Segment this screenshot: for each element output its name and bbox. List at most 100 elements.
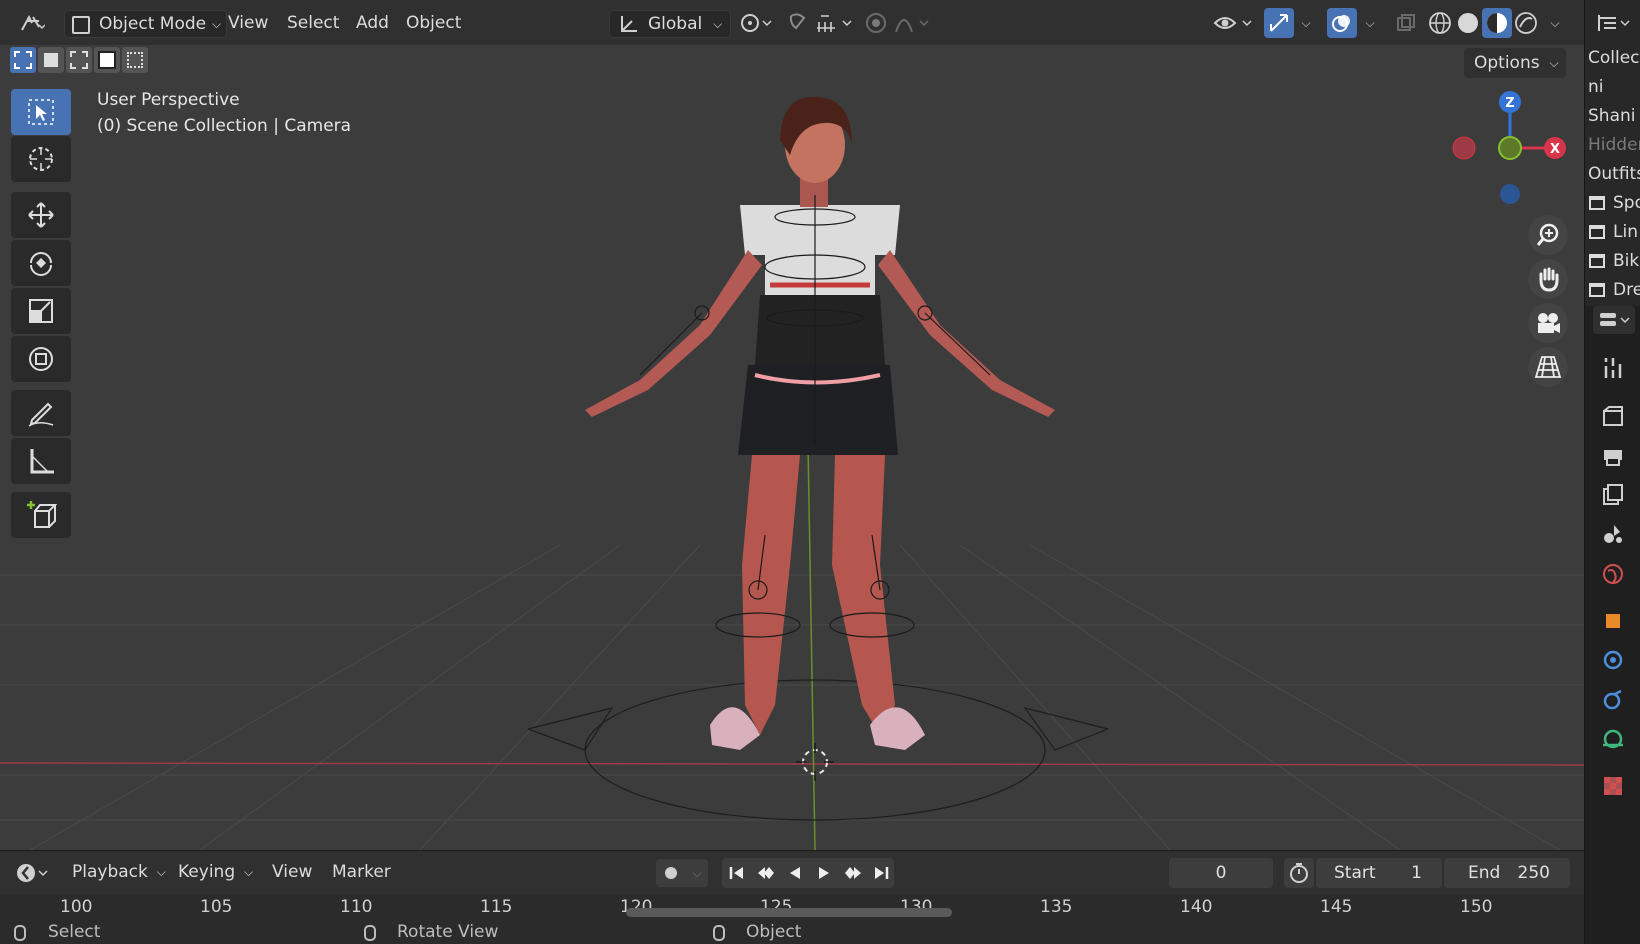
jump-to-start-icon[interactable] (722, 858, 751, 888)
jump-to-keyframe-back-icon[interactable] (751, 858, 780, 888)
outliner-item[interactable]: ni (1588, 77, 1604, 97)
object-tab-icon[interactable] (1599, 607, 1627, 635)
outliner-item[interactable]: Hidden (1588, 135, 1640, 155)
rotate-tool[interactable] (11, 240, 71, 286)
outliner-item[interactable]: Collecti (1588, 48, 1640, 68)
orientation-label: Global (648, 14, 703, 34)
snap-target-icon[interactable] (813, 10, 857, 36)
editor-type-icon[interactable] (14, 10, 50, 36)
play-icon[interactable] (809, 858, 838, 888)
pivot-point-icon[interactable] (735, 10, 777, 36)
measure-tool[interactable] (11, 438, 71, 484)
properties-editor-icon[interactable] (1593, 306, 1635, 334)
move-tool[interactable] (11, 192, 71, 238)
select-intersect-icon[interactable] (122, 47, 148, 73)
world-tab-icon[interactable] (1599, 560, 1627, 588)
menu-select[interactable]: Select (279, 10, 347, 36)
select-box-tool[interactable] (11, 89, 71, 135)
select-subtract-icon[interactable] (66, 47, 92, 73)
add-cube-tool[interactable] (11, 492, 71, 538)
auto-keying-icon[interactable] (656, 859, 686, 887)
jump-to-keyframe-forward-icon[interactable] (838, 858, 867, 888)
chevron-down-icon[interactable]: ⌵ (1545, 10, 1565, 36)
outliner-item[interactable]: Lin (1585, 220, 1640, 248)
annotate-tool[interactable] (11, 390, 71, 436)
ruler-tick: 140 (1180, 897, 1213, 917)
gizmo-toggle-icon[interactable] (1264, 8, 1294, 38)
mouse-right-icon (713, 925, 725, 941)
frame-end-field[interactable]: End 250 (1444, 858, 1570, 888)
menu-add[interactable]: Add (348, 10, 397, 36)
outliner-item[interactable]: Dre (1585, 278, 1640, 306)
ruler-tick: 135 (1040, 897, 1073, 917)
modifiers-tab-icon[interactable] (1599, 646, 1627, 674)
marker-menu[interactable]: Marker (324, 859, 399, 885)
ruler-tick: 110 (340, 897, 373, 917)
jump-to-end-icon[interactable] (867, 858, 894, 888)
output-tab-icon[interactable] (1599, 442, 1627, 470)
status-bar: Select Rotate View Object (0, 922, 1584, 944)
options-dropdown[interactable]: Options ⌵ (1464, 48, 1566, 78)
tool-settings-tab-icon[interactable] (1599, 354, 1627, 382)
transform-orientation-dropdown[interactable]: Global ⌵ (609, 10, 732, 38)
object-data-tab-icon[interactable] (1599, 725, 1627, 753)
frame-start-field[interactable]: Start 1 (1316, 858, 1442, 888)
texture-tab-icon[interactable] (1599, 772, 1627, 800)
chevron-down-icon[interactable]: ⌵ (686, 859, 708, 887)
stopwatch-icon[interactable] (1284, 858, 1314, 888)
viewport-header: Object Mode ⌵ View Select Add Object Glo… (0, 0, 1584, 45)
timeline-scrollbar[interactable] (626, 908, 952, 917)
perspective-toggle-button[interactable] (1528, 347, 1568, 387)
pencil-icon (28, 402, 54, 427)
falloff-curve-icon[interactable] (892, 10, 936, 36)
select-new-icon[interactable] (10, 47, 36, 73)
play-reverse-icon[interactable] (780, 858, 809, 888)
chevron-down-icon: ⌵ (1549, 56, 1559, 70)
keying-menu[interactable]: Keying ⌵ (170, 859, 259, 885)
timeline-editor-icon[interactable] (12, 860, 52, 886)
axis-gizmo[interactable]: Z X (1440, 90, 1580, 220)
outliner-item[interactable]: Spo (1585, 191, 1640, 219)
menu-object[interactable]: Object (398, 10, 469, 36)
chevron-down-icon[interactable]: ⌵ (1360, 10, 1380, 36)
overlays-toggle-icon[interactable] (1327, 8, 1357, 38)
render-tab-icon[interactable] (1599, 402, 1627, 430)
snap-toggle-icon[interactable] (783, 10, 813, 36)
select-extend-icon[interactable] (38, 47, 64, 73)
cursor-tool[interactable] (11, 136, 71, 182)
orientation-axes-icon (618, 14, 640, 42)
visibility-eye-icon[interactable] (1212, 10, 1256, 36)
physics-tab-icon[interactable] (1599, 686, 1627, 714)
frame-ruler[interactable]: 100 105 110 115 120 125 130 135 140 145 … (0, 894, 1584, 922)
outliner-item[interactable]: Shani 8 (1588, 106, 1640, 126)
outliner-editor-icon[interactable] (1593, 10, 1633, 36)
transform-tool[interactable] (11, 336, 71, 382)
current-frame-field[interactable]: 0 (1169, 858, 1273, 888)
outliner-item[interactable]: Bik (1585, 249, 1640, 277)
collection-icon (1589, 283, 1605, 297)
view-layer-tab-icon[interactable] (1599, 481, 1627, 509)
solid-shading-icon[interactable] (1454, 10, 1482, 36)
3d-viewport[interactable]: Options ⌵ User Perspective (0) Scene Col… (0, 45, 1584, 850)
pan-button[interactable] (1528, 259, 1568, 299)
outliner-item-label: Lin (1613, 222, 1638, 242)
frame-start-value: 1 (1411, 863, 1422, 883)
scene-tab-icon[interactable] (1599, 520, 1627, 548)
options-label: Options (1474, 53, 1540, 73)
xray-toggle-icon[interactable] (1392, 10, 1420, 36)
rendered-shading-icon[interactable] (1512, 10, 1540, 36)
timeline-view-menu[interactable]: View (264, 859, 320, 885)
mode-dropdown[interactable]: Object Mode ⌵ (64, 10, 228, 38)
camera-view-button[interactable] (1528, 303, 1568, 343)
outliner-item[interactable]: Outfits (1588, 164, 1640, 184)
select-invert-icon[interactable] (94, 47, 120, 73)
wireframe-shading-icon[interactable] (1426, 10, 1454, 36)
menu-view[interactable]: View (220, 10, 276, 36)
outliner-item-label: Bik (1613, 251, 1640, 271)
scale-tool[interactable] (11, 288, 71, 334)
playback-menu[interactable]: Playback ⌵ (64, 859, 172, 885)
zoom-button[interactable] (1528, 215, 1568, 255)
chevron-down-icon[interactable]: ⌵ (1296, 10, 1316, 36)
proportional-editing-icon[interactable] (862, 10, 890, 36)
material-preview-shading-icon[interactable] (1482, 8, 1512, 38)
